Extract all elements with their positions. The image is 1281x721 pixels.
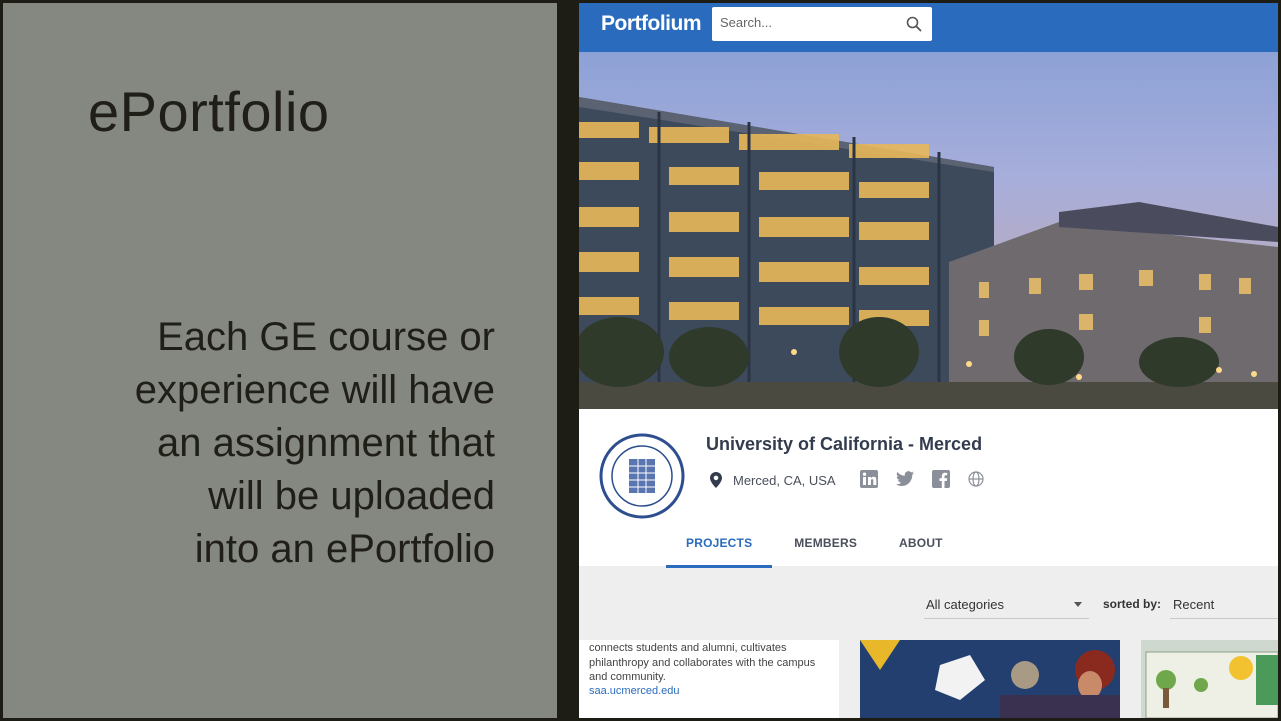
- portfolium-logo[interactable]: Portfolium: [601, 12, 702, 36]
- sort-select-value: Recent: [1173, 597, 1215, 612]
- slide-divider: [557, 0, 579, 721]
- project-thumbnail: [1141, 640, 1278, 718]
- slide-body-line: an assignment that: [157, 421, 495, 465]
- card-link[interactable]: saa.ucmerced.edu: [589, 685, 680, 697]
- project-card[interactable]: connects students and alumni, cultivates…: [579, 640, 839, 718]
- university-seal-logo: [599, 433, 685, 519]
- profile-tabs: PROJECTS MEMBERS ABOUT: [666, 529, 985, 568]
- linkedin-icon[interactable]: [860, 470, 878, 488]
- slide-text-panel: ePortfolio Each GE course or experience …: [3, 3, 557, 718]
- slide-title: ePortfolio: [88, 80, 330, 143]
- social-links: [860, 470, 1002, 488]
- top-navbar: Portfolium: [579, 3, 1278, 52]
- slide-body-line: into an ePortfolio: [194, 527, 495, 571]
- project-card[interactable]: [860, 640, 1120, 718]
- location-pin-icon: [710, 472, 722, 488]
- chevron-down-icon: [1074, 602, 1082, 607]
- portfolium-screenshot: Portfolium Search... University of Calif…: [579, 3, 1278, 718]
- category-select[interactable]: All categories: [924, 588, 1089, 619]
- profile-header: University of California - Merced Merced…: [579, 409, 1278, 568]
- facebook-icon[interactable]: [932, 470, 950, 488]
- slide-body: Each GE course or experience will have a…: [63, 311, 495, 576]
- card-description: connects students and alumni, cultivates…: [589, 642, 816, 683]
- sorted-by-label: sorted by:: [1103, 597, 1162, 611]
- search-input[interactable]: [720, 15, 900, 30]
- sort-select[interactable]: Recent: [1170, 588, 1278, 619]
- slide-body-line: will be uploaded: [208, 474, 495, 518]
- slide-body-line: Each GE course or: [157, 315, 495, 359]
- tab-about[interactable]: ABOUT: [899, 529, 943, 568]
- tab-members[interactable]: MEMBERS: [794, 529, 857, 568]
- campus-cover-photo: [579, 52, 1278, 409]
- project-filters: All categories sorted by: Recent: [579, 566, 1278, 640]
- profile-name: University of California - Merced: [706, 434, 983, 454]
- search-icon[interactable]: [906, 16, 922, 32]
- slide-body-line: experience will have: [134, 368, 495, 412]
- profile-location: Merced, CA, USA: [710, 472, 836, 488]
- globe-icon[interactable]: [968, 471, 984, 487]
- tab-projects[interactable]: PROJECTS: [666, 529, 773, 568]
- search-box[interactable]: [712, 7, 932, 41]
- project-card[interactable]: [1141, 640, 1278, 718]
- category-select-value: All categories: [926, 597, 1005, 612]
- twitter-icon[interactable]: [896, 471, 914, 487]
- project-thumbnail: [860, 640, 1120, 718]
- location-text: Merced, CA, USA: [733, 472, 836, 488]
